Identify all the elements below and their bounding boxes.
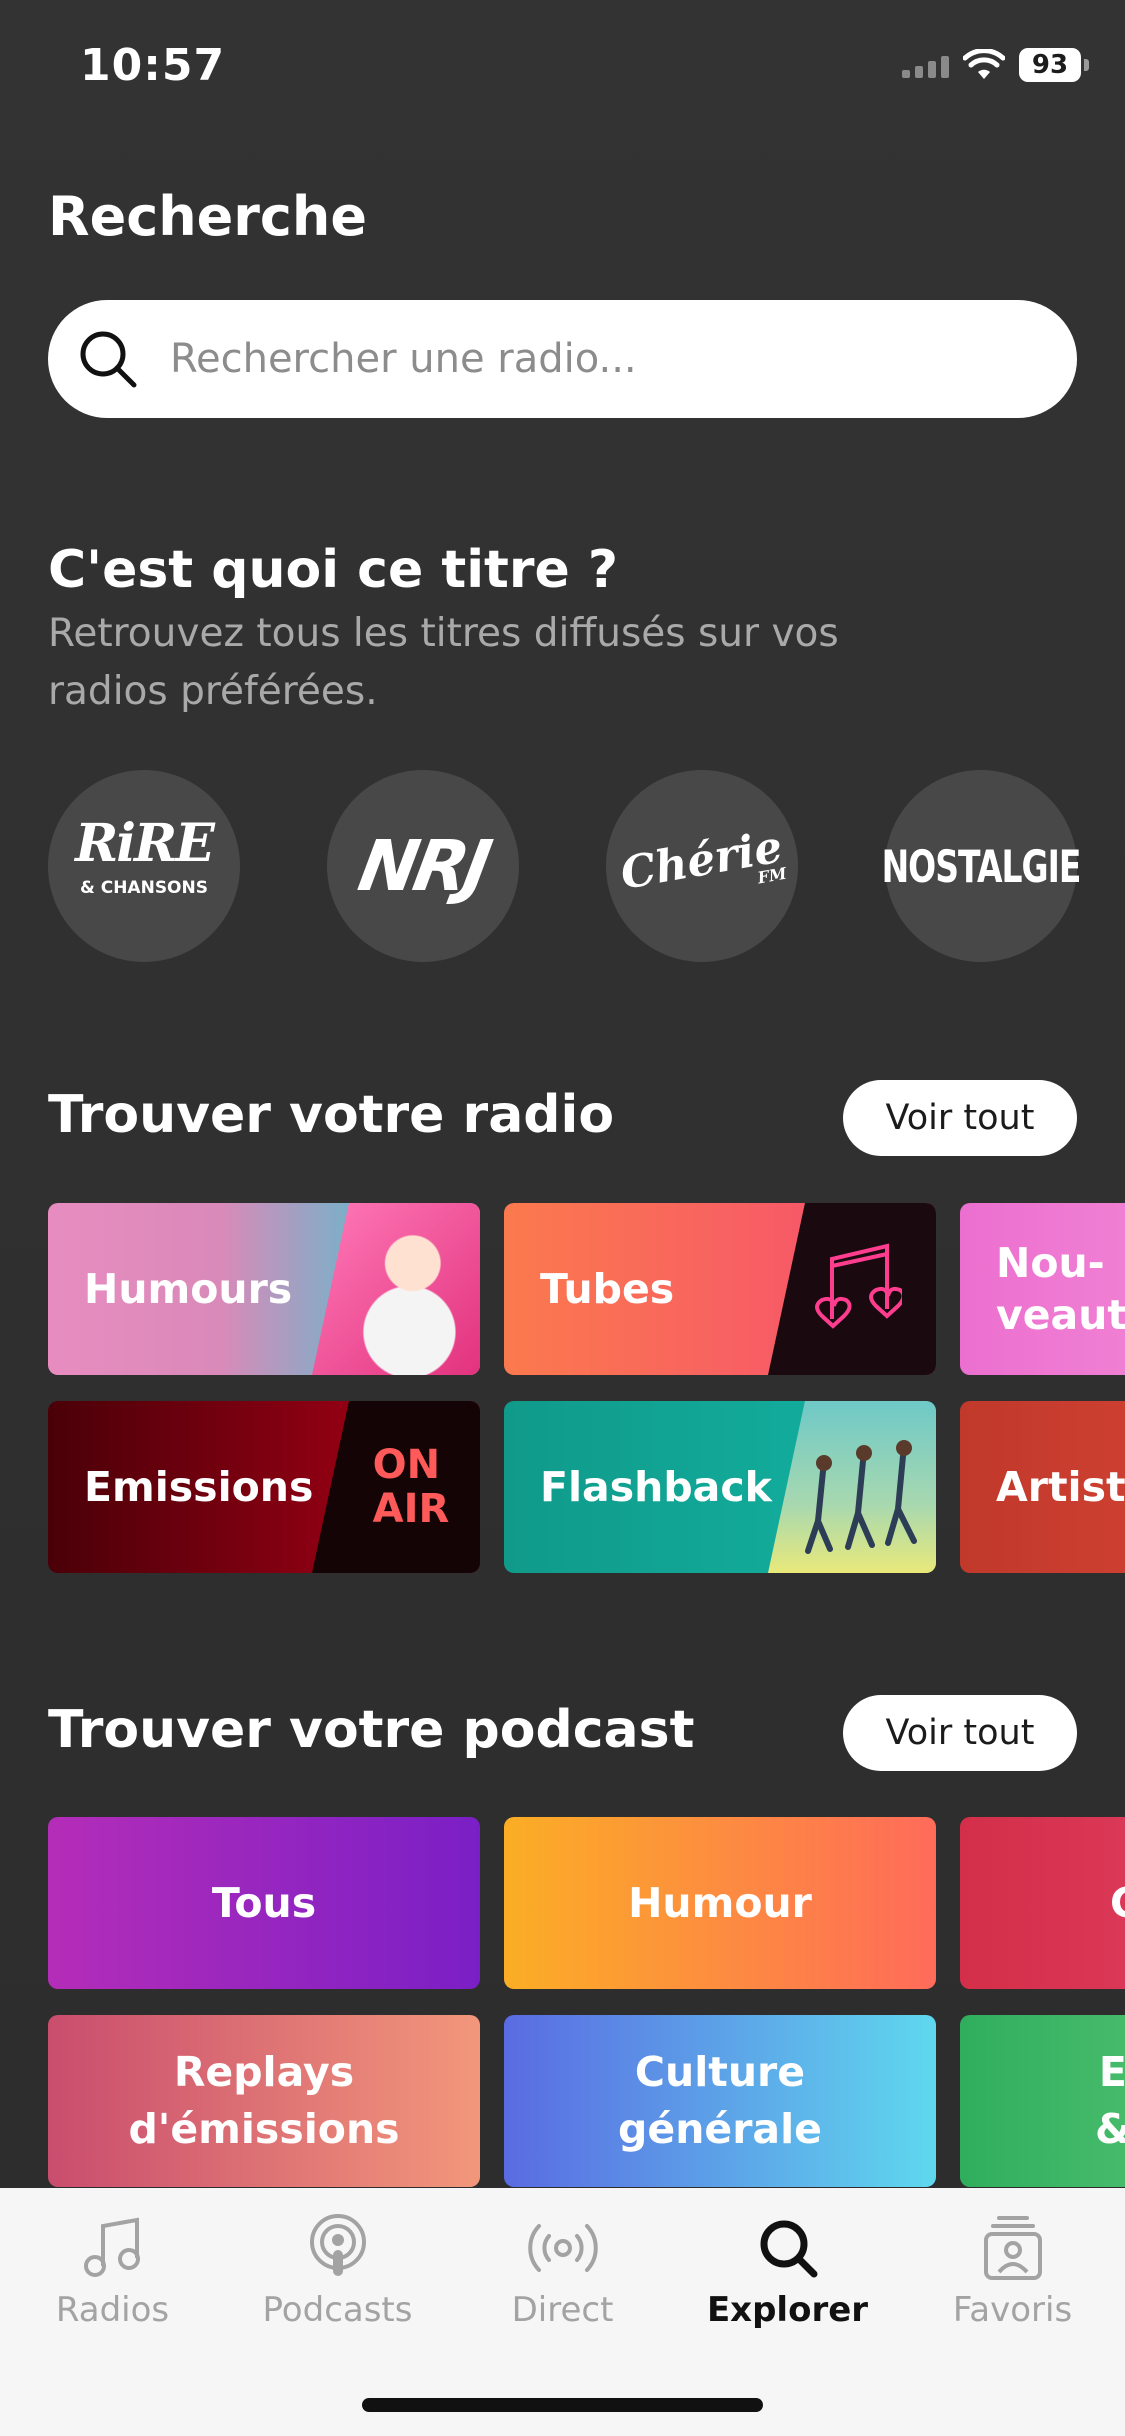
broadcast-icon [527, 2224, 598, 2272]
cherie-logo: Chérie FM [616, 821, 787, 910]
radio-category-flashback[interactable]: Flashback [504, 1401, 936, 1573]
search-bar[interactable] [48, 300, 1077, 418]
tile-label: Flashback [540, 1463, 772, 1511]
tile-label: Emissions [84, 1463, 314, 1511]
on-air-sign-text: ON AIR [372, 1442, 450, 1532]
identify-subtitle: Retrouvez tous les titres diffusés sur v… [48, 611, 839, 714]
station-nostalgie[interactable]: NOSTALGIE [882, 770, 1081, 962]
radio-see-all-button[interactable]: Voir tout [843, 1080, 1077, 1156]
search-icon [760, 2220, 817, 2278]
status-icons: 93 [902, 48, 1089, 82]
wifi-icon [963, 49, 1005, 79]
podcast-section-title: Trouver votre podcast [48, 1700, 695, 1760]
dancers-art-image [768, 1401, 936, 1573]
tab-explorer[interactable]: Explorer [675, 2212, 900, 2330]
podcast-category-c[interactable]: C [960, 1817, 1125, 1989]
nrj-logo: NRJ [352, 825, 494, 907]
radio-category-emissions[interactable]: ON AIR Emissions [48, 1401, 480, 1573]
battery-indicator: 93 [1019, 48, 1089, 82]
podcast-category-humour[interactable]: Humour [504, 1817, 936, 1989]
tab-radios[interactable]: Radios [0, 2212, 225, 2330]
radio-category-humours[interactable]: Humours [48, 1203, 480, 1375]
on-air-art-image: ON AIR [312, 1401, 480, 1573]
tab-label: Podcasts [262, 2290, 413, 2330]
identify-title: C'est quoi ce titre ? [48, 540, 619, 600]
tile-label: Nou- veautés [996, 1239, 1125, 1339]
radio-category-artistes[interactable]: Artistes [960, 1401, 1125, 1573]
rire-chansons-logo: RiRE & CHANSONS [75, 818, 215, 910]
radio-category-nouveautes[interactable]: Nou- veautés [960, 1203, 1125, 1375]
page-title: Recherche [48, 185, 367, 248]
explore-screen: 10:57 93 Recherche C'est quoi ce titre ?… [0, 0, 1125, 2436]
dancers-illustration [805, 1440, 917, 1554]
station-nrj[interactable]: NRJ [327, 770, 519, 962]
tile-label: Humour [628, 1878, 812, 1927]
podcast-category-tous[interactable]: Tous [48, 1817, 480, 1989]
tab-label: Explorer [706, 2290, 869, 2330]
favorites-icon [983, 2216, 1042, 2280]
station-rire-chansons[interactable]: RiRE & CHANSONS [48, 770, 240, 962]
search-icon [80, 331, 137, 388]
podcast-see-all-button[interactable]: Voir tout [843, 1695, 1077, 1771]
status-time: 10:57 [80, 40, 226, 91]
music-note-icon [83, 2217, 140, 2277]
podcast-category-e[interactable]: E & [960, 2015, 1125, 2187]
tile-label: Artistes [996, 1463, 1125, 1511]
home-indicator [362, 2398, 763, 2412]
music-note-art-image [768, 1203, 936, 1375]
tile-label: Humours [84, 1265, 293, 1313]
station-cherie[interactable]: Chérie FM [606, 770, 798, 962]
podcast-icon [309, 2214, 366, 2276]
tile-label: Culture générale [618, 2048, 822, 2153]
tab-label: Direct [511, 2290, 614, 2330]
rire-logo-subtext: & CHANSONS [79, 878, 208, 898]
radio-category-tubes[interactable]: Tubes [504, 1203, 936, 1375]
tile-label: E & [1095, 2048, 1125, 2153]
tab-label: Radios [55, 2290, 170, 2330]
nostalgie-logo: NOSTALGIE [881, 839, 1082, 893]
podcast-category-replays[interactable]: Replays d'émissions [48, 2015, 480, 2187]
tab-label: Favoris [952, 2290, 1073, 2330]
radio-section-title: Trouver votre radio [48, 1085, 615, 1145]
search-input[interactable] [168, 335, 1052, 383]
tile-label: Tubes [540, 1265, 675, 1313]
tab-podcasts[interactable]: Podcasts [225, 2212, 450, 2330]
tab-favoris[interactable]: Favoris [900, 2212, 1125, 2330]
tile-label: C [1110, 1875, 1125, 1932]
cellular-signal-icon [902, 52, 949, 78]
neon-note-icon [815, 1243, 902, 1329]
tab-direct[interactable]: Direct [450, 2212, 675, 2330]
rire-logo-text: RiRE [75, 813, 215, 874]
humours-art-image [312, 1203, 480, 1375]
tile-label: Tous [211, 1878, 317, 1927]
podcast-category-culture[interactable]: Culture générale [504, 2015, 936, 2187]
tile-label: Replays d'émissions [128, 2048, 400, 2153]
battery-level: 93 [1031, 50, 1069, 80]
